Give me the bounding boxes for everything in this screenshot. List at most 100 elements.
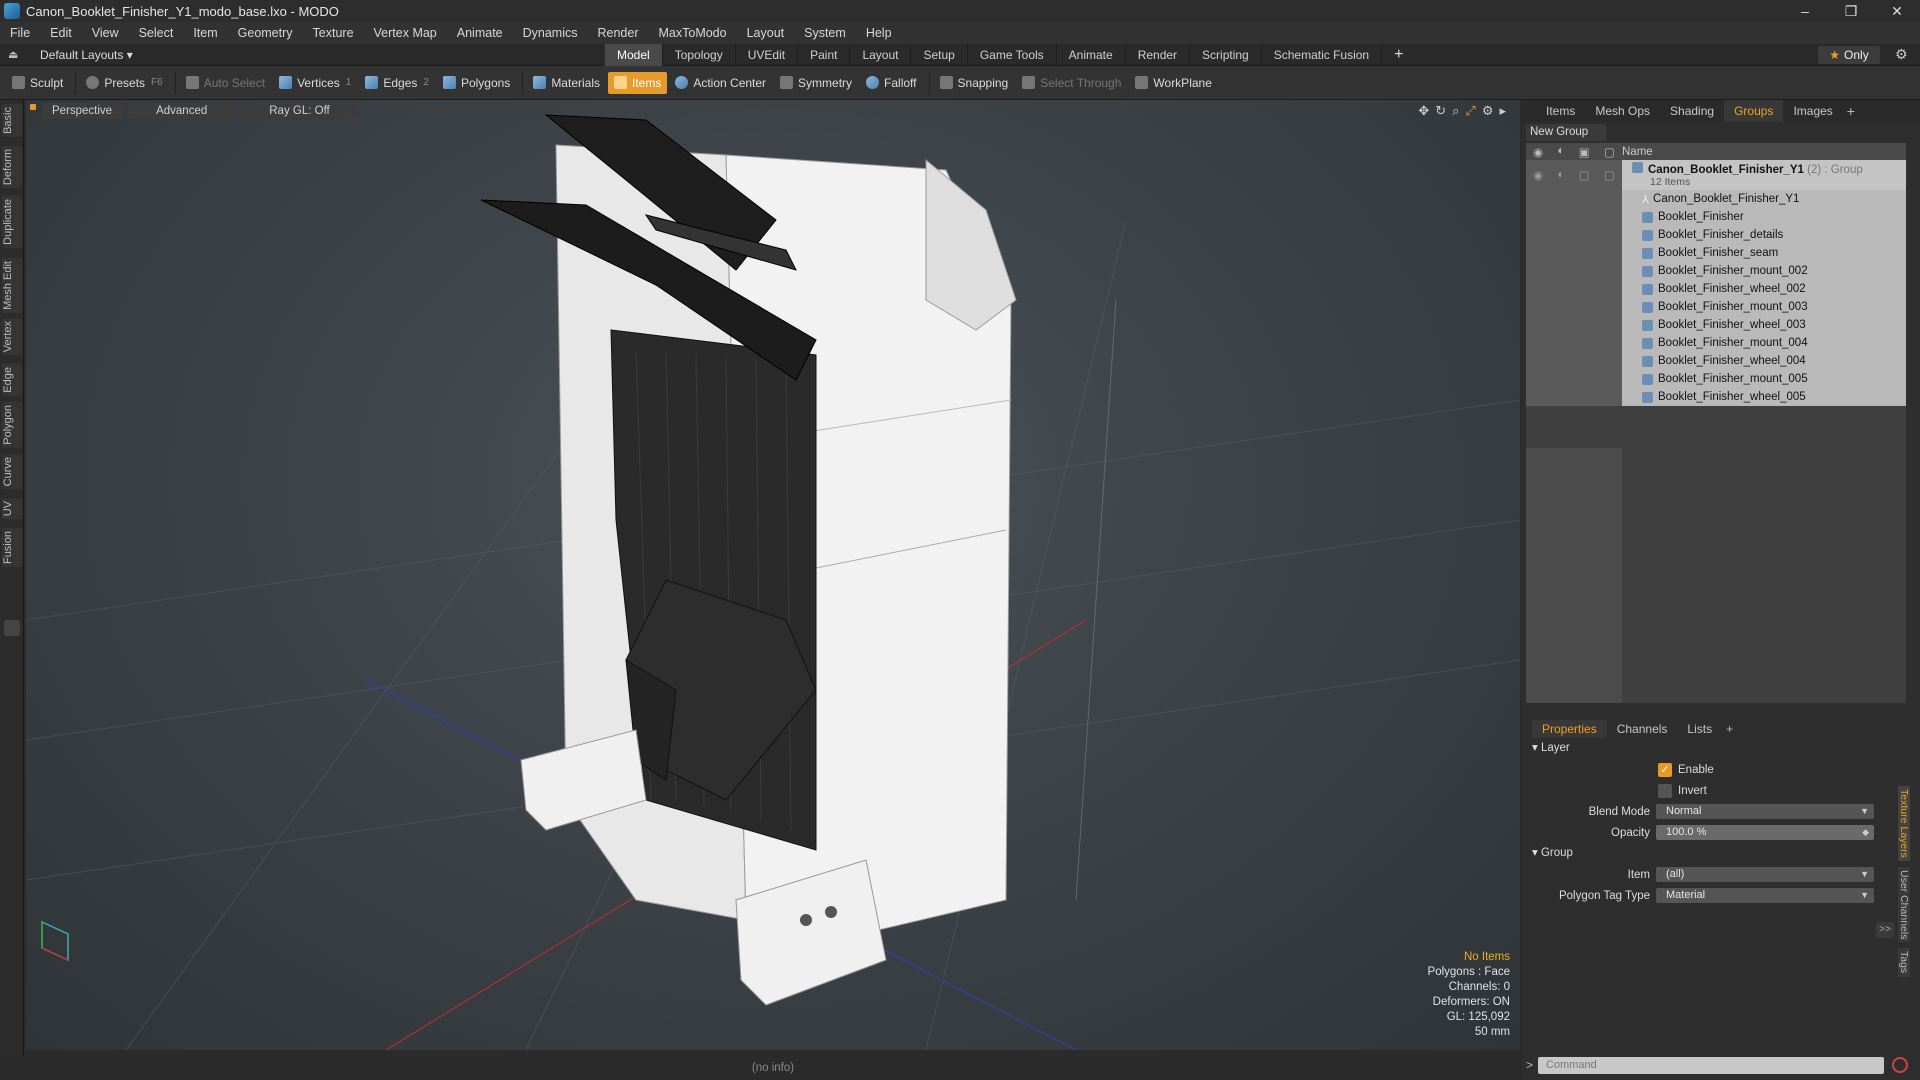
list-item[interactable]: Booklet_Finisher_mount_005 — [1526, 370, 1906, 388]
slider-handle-icon[interactable]: ◆ — [1862, 825, 1869, 840]
edges-button[interactable]: Edges 2 — [359, 72, 435, 94]
maximize-button[interactable]: ❐ — [1828, 0, 1874, 22]
menu-maxtomodo[interactable]: MaxToModo — [649, 22, 737, 44]
polygon-tag-type-dropdown[interactable]: Material ▼ — [1656, 888, 1874, 903]
new-group-button[interactable]: New Group — [1526, 124, 1606, 141]
more-options-button[interactable]: >> — [1876, 922, 1894, 938]
tab-mesh-ops[interactable]: Mesh Ops — [1585, 100, 1660, 122]
menu-geometry[interactable]: Geometry — [228, 22, 303, 44]
record-macro-icon[interactable] — [1892, 1057, 1908, 1073]
render-icon[interactable]: ◐ — [1558, 145, 1565, 159]
materials-button[interactable]: Materials — [527, 72, 606, 94]
polygons-button[interactable]: Polygons — [437, 72, 516, 94]
name-column-header[interactable]: Name — [1622, 146, 1653, 158]
tab-setup[interactable]: Setup — [911, 44, 968, 66]
add-tab-plus-icon[interactable]: + — [1726, 722, 1733, 736]
tab-animate[interactable]: Animate — [1057, 44, 1126, 66]
tab-topology[interactable]: Topology — [663, 44, 736, 66]
tab-properties[interactable]: Properties — [1532, 720, 1607, 738]
tab-vertex[interactable]: Vertex — [2, 318, 22, 356]
group-row-root[interactable]: ◉ ◐ ▢ ▢ Canon_Booklet_Finisher_Y1 (2) : Gro… — [1526, 160, 1906, 190]
add-tab-plus-icon[interactable]: + — [1847, 103, 1855, 119]
menu-file[interactable]: File — [0, 22, 40, 44]
menu-dynamics[interactable]: Dynamics — [513, 22, 588, 44]
raygl-toggle[interactable]: Ray GL: Off — [241, 103, 358, 119]
tab-tags[interactable]: Tags — [1898, 948, 1910, 977]
tab-channels[interactable]: Channels — [1607, 720, 1678, 738]
menu-layout[interactable]: Layout — [737, 22, 795, 44]
tab-game-tools[interactable]: Game Tools — [968, 44, 1057, 66]
list-item[interactable]: ⅄ Canon_Booklet_Finisher_Y1 — [1526, 190, 1906, 208]
tab-mesh-edit[interactable]: Mesh Edit — [2, 258, 22, 313]
action-center-button[interactable]: Action Center — [669, 72, 772, 94]
3d-viewport[interactable]: Perspective Advanced Ray GL: Off ✥ ↻ ⌕ ⤢… — [26, 100, 1520, 1050]
tab-paint[interactable]: Paint — [798, 44, 851, 66]
tab-items[interactable]: Items — [1536, 100, 1585, 122]
tab-user-channels[interactable]: User Channels — [1898, 866, 1910, 943]
list-item[interactable]: Booklet_Finisher_seam — [1526, 244, 1906, 262]
tab-lists[interactable]: Lists — [1677, 720, 1722, 738]
tab-fusion[interactable]: Fusion — [2, 528, 22, 568]
menu-select[interactable]: Select — [129, 22, 184, 44]
tab-uvedit[interactable]: UVEdit — [736, 44, 799, 66]
list-item[interactable]: Booklet_Finisher — [1526, 208, 1906, 226]
list-item[interactable]: Booklet_Finisher_mount_004 — [1526, 334, 1906, 352]
tab-texture-layers[interactable]: Texture Layers — [1898, 786, 1910, 861]
close-button[interactable]: ✕ — [1874, 0, 1920, 22]
eye-icon[interactable]: ◉ — [1533, 168, 1543, 182]
viewport-expand-icon[interactable]: ▸ — [1499, 103, 1506, 119]
tab-shading[interactable]: Shading — [1660, 100, 1724, 122]
pan-icon[interactable]: ✥ — [1418, 103, 1429, 119]
menu-animate[interactable]: Animate — [447, 22, 513, 44]
rotate-icon[interactable]: ↻ — [1435, 103, 1446, 119]
snapping-button[interactable]: Snapping — [934, 72, 1015, 94]
render-icon[interactable]: ◐ — [1558, 169, 1565, 181]
add-tab-button[interactable]: + — [1382, 44, 1415, 66]
list-item[interactable]: Booklet_Finisher_wheel_002 — [1526, 280, 1906, 298]
tab-scripting[interactable]: Scripting — [1190, 44, 1262, 66]
tab-edge[interactable]: Edge — [2, 364, 22, 396]
tab-polygon[interactable]: Polygon — [2, 402, 22, 448]
select-through-button[interactable]: Select Through — [1016, 72, 1127, 94]
command-input[interactable]: Command — [1538, 1056, 1884, 1074]
tab-groups[interactable]: Groups — [1724, 100, 1784, 122]
list-item[interactable]: Booklet_Finisher_wheel_005 — [1526, 388, 1906, 406]
expand-toolbox-button[interactable] — [4, 620, 20, 636]
only-toggle[interactable]: ★ Only — [1818, 46, 1880, 64]
perspective-dropdown[interactable]: Perspective — [42, 103, 123, 119]
menu-view[interactable]: View — [82, 22, 129, 44]
tab-render[interactable]: Render — [1126, 44, 1191, 66]
auto-select-button[interactable]: Auto Select — [180, 72, 271, 94]
list-item[interactable]: Booklet_Finisher_wheel_004 — [1526, 352, 1906, 370]
symmetry-button[interactable]: Symmetry — [774, 72, 858, 94]
menu-texture[interactable]: Texture — [303, 22, 364, 44]
menu-help[interactable]: Help — [856, 22, 902, 44]
group-section-header[interactable]: ▾ Group — [1526, 845, 1896, 862]
menu-vertex-map[interactable]: Vertex Map — [364, 22, 447, 44]
list-item[interactable]: Booklet_Finisher_mount_002 — [1526, 262, 1906, 280]
enable-checkbox[interactable]: ✓ — [1658, 762, 1672, 777]
tab-duplicate[interactable]: Duplicate — [2, 196, 22, 248]
zoom-icon[interactable]: ⌕ — [1452, 103, 1459, 119]
lock-icon[interactable]: ▣ — [1579, 145, 1590, 159]
tab-curve[interactable]: Curve — [2, 454, 22, 490]
list-item[interactable]: Booklet_Finisher_mount_003 — [1526, 298, 1906, 316]
list-item[interactable]: Booklet_Finisher_details — [1526, 226, 1906, 244]
viewport-menu-icon[interactable] — [30, 104, 36, 110]
list-item[interactable]: Booklet_Finisher_wheel_003 — [1526, 316, 1906, 334]
select-icon[interactable]: ▢ — [1604, 145, 1615, 159]
default-layouts-dropdown[interactable]: Default Layouts ▾ — [40, 48, 133, 62]
fit-icon[interactable]: ⤢ — [1465, 103, 1475, 119]
sculpt-button[interactable]: Sculpt — [6, 72, 69, 94]
falloff-button[interactable]: Falloff — [860, 72, 922, 94]
menu-render[interactable]: Render — [588, 22, 649, 44]
eye-icon[interactable]: ◉ — [1533, 145, 1543, 159]
tab-uv[interactable]: UV — [2, 498, 22, 520]
layout-menu-icon[interactable]: ⏏ — [8, 48, 22, 61]
blend-mode-dropdown[interactable]: Normal ▼ — [1656, 804, 1874, 819]
shading-advanced-dropdown[interactable]: Advanced — [128, 103, 236, 119]
lock-checkbox[interactable]: ▢ — [1579, 168, 1590, 182]
tab-images[interactable]: Images — [1783, 100, 1842, 122]
layer-section-header[interactable]: ▾ Layer — [1526, 740, 1896, 757]
menu-edit[interactable]: Edit — [40, 22, 82, 44]
